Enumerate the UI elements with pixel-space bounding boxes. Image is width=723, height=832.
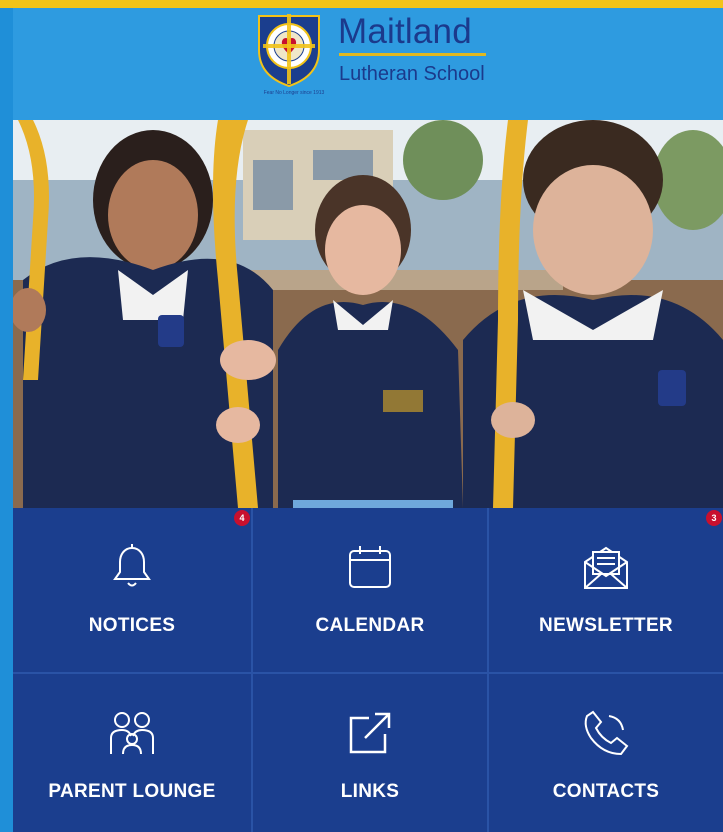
notices-badge: 4 bbox=[234, 510, 250, 526]
tile-calendar[interactable]: CALENDAR bbox=[253, 508, 487, 672]
tile-label-newsletter: NEWSLETTER bbox=[539, 615, 673, 636]
left-edge-strip bbox=[0, 8, 13, 832]
tile-newsletter[interactable]: NEWSLETTER bbox=[489, 508, 723, 672]
school-motto: Fear No Longer since 1913 bbox=[263, 90, 325, 96]
school-subtitle: Lutheran School bbox=[339, 63, 485, 85]
external-link-icon bbox=[349, 712, 391, 754]
calendar-icon bbox=[349, 546, 391, 588]
tile-label-links: LINKS bbox=[340, 781, 400, 802]
tile-contacts[interactable]: CONTACTS bbox=[489, 674, 723, 832]
tile-parent-lounge[interactable]: PARENT LOUNGE bbox=[13, 674, 251, 832]
tile-links[interactable]: LINKS bbox=[253, 674, 487, 832]
brand-divider bbox=[339, 53, 486, 56]
bell-icon bbox=[113, 544, 151, 587]
newsletter-badge: 3 bbox=[706, 510, 722, 526]
phone-icon bbox=[584, 710, 629, 756]
school-name: Maitland bbox=[338, 12, 472, 51]
menu-grid: NOTICES 4 CALENDAR NEWSLETTER 3 PARENT L… bbox=[13, 508, 723, 832]
school-crest-logo bbox=[258, 14, 320, 88]
tile-label-notices: NOTICES bbox=[88, 615, 176, 636]
tile-notices[interactable]: NOTICES bbox=[13, 508, 251, 672]
envelope-newsletter-icon bbox=[584, 546, 628, 589]
family-icon bbox=[110, 712, 154, 755]
tile-label-contacts: CONTACTS bbox=[552, 781, 660, 802]
app-header: Fear No Longer since 1913 Maitland Luthe… bbox=[13, 8, 723, 120]
hero-photo-students bbox=[13, 120, 723, 508]
top-accent-bar bbox=[0, 0, 723, 8]
tile-label-parent-lounge: PARENT LOUNGE bbox=[48, 781, 216, 802]
tile-label-calendar: CALENDAR bbox=[315, 615, 425, 636]
hero-photo bbox=[13, 120, 723, 508]
